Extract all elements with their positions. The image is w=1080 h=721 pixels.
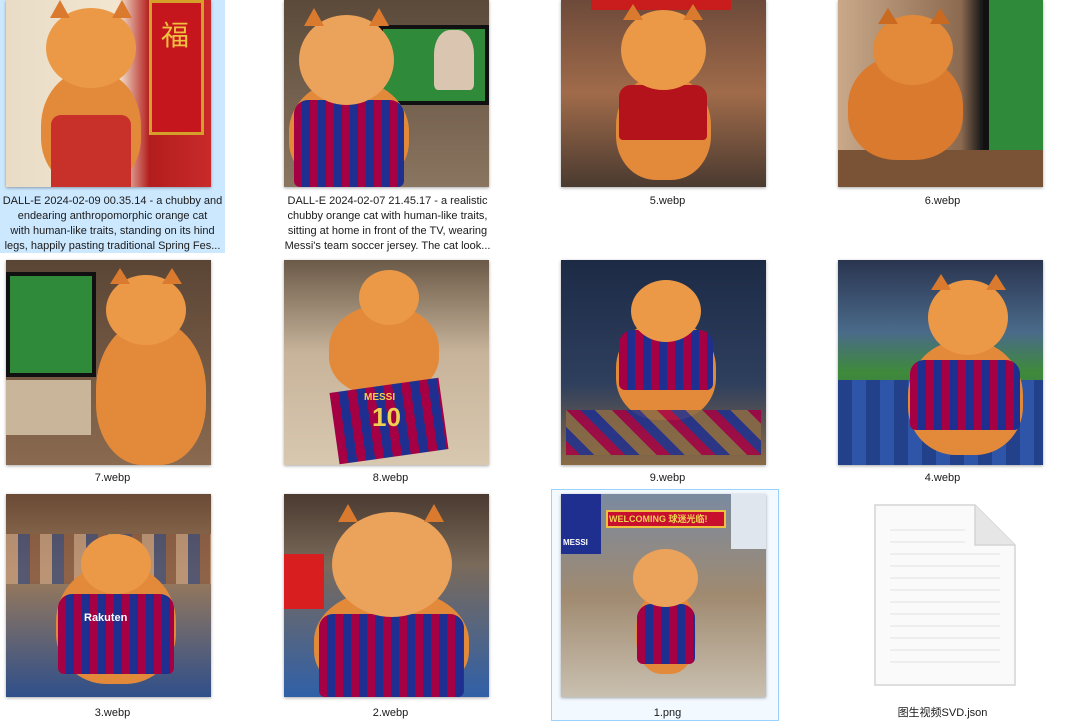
barcelona-jersey — [58, 594, 174, 674]
thumbnail — [561, 260, 766, 465]
barcelona-jersey — [319, 614, 464, 697]
file-label: 9.webp — [649, 472, 686, 484]
thumbnail — [6, 260, 211, 465]
file-item-f4[interactable]: 6.webp — [830, 0, 1055, 215]
file-label: 7.webp — [94, 472, 131, 484]
file-label: 6.webp — [924, 195, 961, 207]
barcelona-jersey — [910, 360, 1020, 430]
cat-head — [928, 280, 1008, 355]
file-item-f11[interactable]: MESSI WELCOMING 球迷光临! 1.png — [555, 492, 780, 721]
file-item-f3[interactable]: 5.webp — [555, 0, 780, 215]
file-item-f10[interactable]: 2.webp — [278, 492, 503, 721]
cat-head — [81, 534, 151, 594]
jersey-sponsor: Rakuten — [84, 612, 128, 624]
file-label: 3.webp — [94, 707, 131, 719]
cat-head — [873, 15, 953, 85]
barcelona-jersey — [637, 604, 695, 664]
file-item-f6[interactable]: MESSI 10 8.webp — [278, 258, 503, 488]
file-label: 2.webp — [372, 707, 409, 719]
json-file-icon — [874, 504, 1016, 686]
file-item-f9[interactable]: Rakuten 3.webp — [0, 492, 225, 721]
thumbnail — [838, 0, 1043, 187]
messi-poster-label: MESSI — [563, 538, 588, 547]
cat-head — [633, 549, 698, 607]
file-item-f12[interactable]: 图生视频SVD.json — [830, 492, 1055, 721]
thumbnail — [284, 494, 489, 697]
thumbnail: 福 — [6, 0, 211, 187]
cat-head — [621, 10, 706, 90]
thumbnail — [561, 0, 766, 187]
file-label: DALL-E 2024-02-09 00.35.14 - a chubby an… — [2, 195, 223, 252]
file-label: 8.webp — [372, 472, 409, 484]
file-label: 5.webp — [649, 195, 686, 207]
cat-head — [631, 280, 701, 342]
file-label: 4.webp — [924, 472, 961, 484]
file-item-f2[interactable]: DALL-E 2024-02-07 21.45.17 - a realistic… — [270, 0, 505, 253]
welcome-banner: WELCOMING 球迷光临! — [609, 514, 708, 524]
file-item-f7[interactable]: 9.webp — [555, 258, 780, 488]
cat-head — [46, 8, 136, 88]
thumbnail: MESSI WELCOMING 球迷光临! — [561, 494, 766, 697]
thumbnail: Rakuten — [6, 494, 211, 697]
cat-head — [332, 512, 452, 617]
thumbnail — [838, 260, 1043, 465]
file-item-f1[interactable]: 福 DALL-E 2024-02-09 00.35.14 - a chubby … — [0, 0, 225, 253]
file-label: 图生视频SVD.json — [897, 707, 988, 719]
file-item-f5[interactable]: 7.webp — [0, 258, 225, 488]
cat-head — [106, 275, 186, 345]
thumbnail: MESSI 10 — [284, 260, 489, 465]
couplet-character: 福 — [161, 19, 190, 52]
file-label: 1.png — [653, 707, 682, 719]
cat-head — [299, 15, 394, 105]
jersey-number: 10 — [372, 402, 401, 432]
cat-head — [359, 270, 419, 325]
file-item-f8[interactable]: 4.webp — [830, 258, 1055, 488]
thumbnail — [284, 0, 489, 187]
barcelona-jersey — [294, 100, 404, 187]
file-label: DALL-E 2024-02-07 21.45.17 - a realistic… — [284, 195, 491, 252]
